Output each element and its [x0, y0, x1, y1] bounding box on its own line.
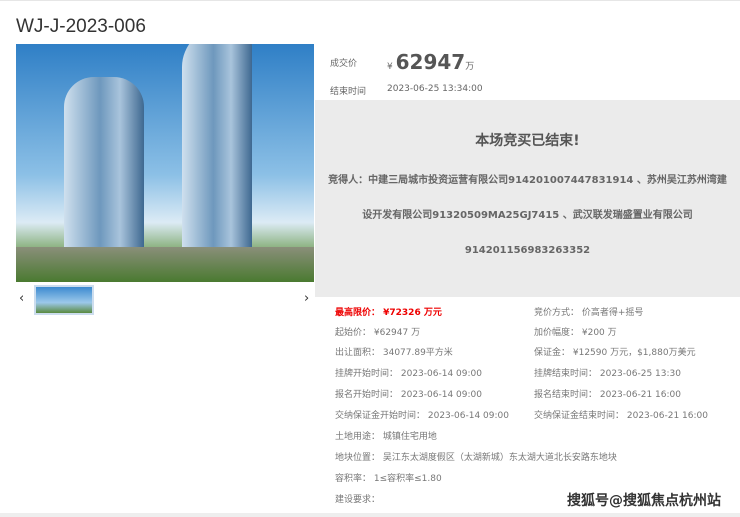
ground [16, 247, 314, 282]
deposit: 保证金： ¥12590 万元，$1,880万美元 [534, 348, 696, 358]
chevron-left-icon[interactable]: ‹ [19, 291, 24, 306]
price-label: 成交价 [330, 59, 358, 69]
thumbnail-strip: ‹ › [16, 285, 314, 315]
requirements: 建设要求： [335, 495, 381, 505]
end-time-value: 2023-06-25 13:34:00 [387, 84, 483, 94]
building-right [182, 44, 252, 252]
winner-line-3: 914201156983263352 [464, 245, 591, 256]
signup-end: 报名结束时间： 2023-06-21 16:00 [534, 390, 681, 400]
price-unit: 万 [465, 62, 475, 72]
listing-end: 挂牌结束时间： 2023-06-25 13:30 [534, 369, 681, 379]
result-panel: 本场竞买已结束! 竞得人：中建三局城市投资运营有限公司9142010074478… [315, 100, 740, 297]
deposit-start: 交纳保证金开始时间： 2023-06-14 09:00 [335, 411, 509, 421]
land-photo [16, 44, 314, 282]
max-price: 最高限价： ¥72326 万元 [335, 308, 442, 318]
start-price: 起始价： ¥62947 万 [335, 328, 421, 338]
price-value: 62947 [395, 50, 466, 74]
listing-start: 挂牌开始时间： 2023-06-14 09:00 [335, 369, 482, 379]
winner-line-2: 设开发有限公司91320509MA25GJ7415 、武汉联发瑞盛置业有限公司 [362, 210, 693, 221]
winner-line-1: 竞得人：中建三局城市投资运营有限公司914201007447831914 、苏州… [328, 175, 727, 186]
deposit-end: 交纳保证金结束时间： 2023-06-21 16:00 [534, 411, 708, 421]
area: 出让面积： 34077.89平方米 [335, 348, 453, 358]
page-title: WJ-J-2023-006 [16, 16, 146, 37]
location: 地块位置： 吴江东太湖度假区（太湖新城）东太湖大道北长安路东地块 [335, 453, 617, 463]
increment: 加价幅度： ¥200 万 [534, 328, 617, 338]
watermark: 搜狐号@搜狐焦点杭州站 [567, 493, 721, 509]
chevron-right-icon[interactable]: › [304, 291, 309, 306]
building-left [64, 77, 144, 252]
end-time-label: 结束时间 [330, 87, 367, 97]
result-heading: 本场竞买已结束! [475, 133, 580, 149]
currency: ¥ [387, 62, 393, 72]
thumbnail[interactable] [34, 285, 94, 315]
floor-area-ratio: 容积率： 1≤容积率≤1.80 [335, 474, 442, 484]
bid-method: 竞价方式： 价高者得+摇号 [534, 308, 644, 318]
land-use: 土地用途： 城镇住宅用地 [335, 432, 437, 442]
signup-start: 报名开始时间： 2023-06-14 09:00 [335, 390, 482, 400]
deal-price: ¥ 62947万 [387, 50, 474, 74]
